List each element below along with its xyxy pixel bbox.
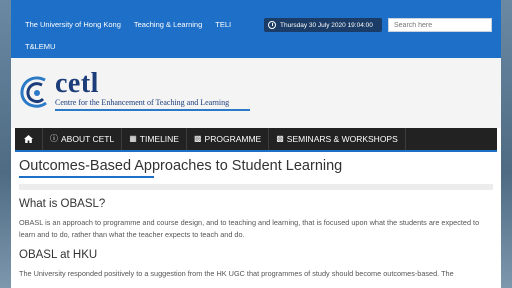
main-content: Outcomes-Based Approaches to Student Lea… [19,158,493,280]
book-icon: ▩ [193,134,202,143]
date-display: Thursday 30 July 2020 19:04:00 [264,18,382,32]
page-title: Outcomes-Based Approaches to Student Lea… [19,158,493,178]
top-links: The University of Hong Kong Teaching & L… [25,20,244,29]
title-underline [19,176,154,178]
home-icon [24,135,33,143]
nav-label-seminars: SEMINARS & WORKSHOPS [286,134,398,144]
search-input[interactable] [388,18,492,32]
clock-icon [268,21,276,29]
nav-seminars-workshops[interactable]: ▩ SEMINARS & WORKSHOPS [269,128,406,150]
background-right [500,0,512,288]
main-nav: ⓘ ABOUT CETL ▦ TIMELINE ▩ PROGRAMME ▩ SE… [15,128,497,152]
calendar-icon: ▦ [129,134,137,143]
section-text-obasl-at-hku: The University responded positively to a… [19,269,454,278]
page-title-text: Outcomes-Based Approaches to Student Lea… [19,158,343,174]
section-heading-what-is-obasl: What is OBASL? [19,198,106,210]
cetl-logo-icon[interactable] [19,72,55,112]
chat-icon: ▩ [276,134,284,143]
site-header: cetl Centre for the Enhancement of Teach… [11,58,501,128]
top-bar: The University of Hong Kong Teaching & L… [11,0,501,58]
link-teli[interactable]: TELI [215,20,231,29]
nav-home[interactable] [15,128,43,150]
title-divider [19,184,493,190]
link-hku[interactable]: The University of Hong Kong [25,20,121,29]
nav-label-programme: PROGRAMME [204,134,262,144]
logo-wordmark[interactable]: cetl [55,68,99,100]
link-tlemu[interactable]: T&LEMU [25,42,55,51]
date-text: Thursday 30 July 2020 19:04:00 [280,21,373,29]
section-text-what-is-obasl: OBASL is an approach to programme and co… [19,218,480,239]
logo-underline [55,109,250,111]
nav-about-cetl[interactable]: ⓘ ABOUT CETL [43,128,123,150]
page: The University of Hong Kong Teaching & L… [11,0,501,288]
nav-programme[interactable]: ▩ PROGRAMME [187,128,270,150]
logo-subtitle: Centre for the Enhancement of Teaching a… [55,98,230,107]
link-teaching-learning[interactable]: Teaching & Learning [134,20,202,29]
nav-label-about: ABOUT CETL [61,134,115,144]
section-heading-obasl-at-hku: OBASL at HKU [19,249,98,261]
nav-label-timeline: TIMELINE [139,134,179,144]
info-icon: ⓘ [50,134,58,143]
nav-timeline[interactable]: ▦ TIMELINE [122,128,187,150]
